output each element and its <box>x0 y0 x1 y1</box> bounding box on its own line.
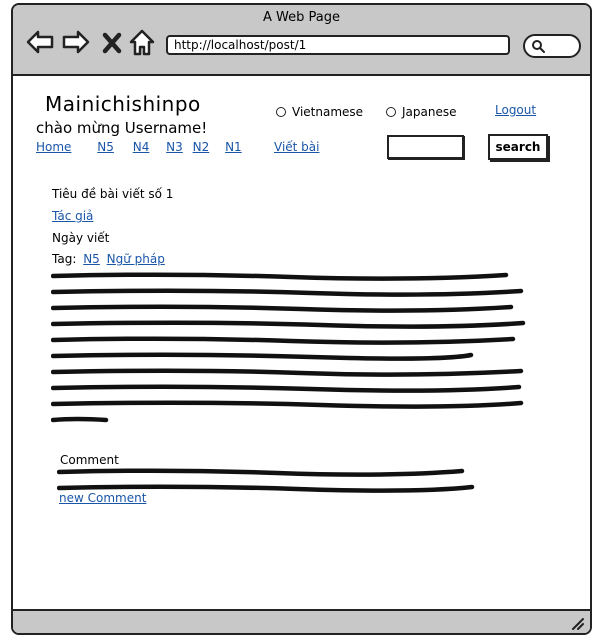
comment-body-placeholder <box>57 468 475 493</box>
new-comment-link[interactable]: new Comment <box>59 491 146 505</box>
nav-n5[interactable]: N5 <box>97 140 114 154</box>
comment-heading: Comment <box>60 453 119 467</box>
post-body-placeholder <box>51 272 526 423</box>
nav-home[interactable]: Home <box>36 140 71 154</box>
nav-n2[interactable]: N2 <box>193 140 210 154</box>
home-icon[interactable] <box>127 27 157 57</box>
site-brand[interactable]: Mainichishinpo <box>45 92 201 116</box>
tag-link[interactable]: Ngữ pháp <box>107 252 165 266</box>
browser-chrome: A Web Page http://localhost/post/1 <box>13 5 590 76</box>
author-link[interactable]: Tác giả <box>52 209 93 223</box>
level-nav: Home N5 N4 N3 N2 N1 <box>36 140 251 154</box>
browser-search-box[interactable] <box>523 34 581 58</box>
tags-label: Tag: <box>52 252 77 266</box>
address-bar[interactable]: http://localhost/post/1 <box>166 35 510 55</box>
post-title: Tiêu đề bài viết số 1 <box>52 187 174 201</box>
nav-n1[interactable]: N1 <box>225 140 242 154</box>
language-label: Vietnamese <box>292 105 364 119</box>
logout-link[interactable]: Logout <box>495 103 536 117</box>
stop-icon[interactable] <box>101 27 123 57</box>
window-title: A Web Page <box>263 10 340 25</box>
post-date: Ngày viết <box>52 231 110 245</box>
write-post-link[interactable]: Viết bài <box>274 140 320 154</box>
language-option-japanese[interactable]: Japanese <box>386 105 457 119</box>
browser-window: A Web Page http://localhost/post/1 Maini… <box>11 3 592 635</box>
language-option-vietnamese[interactable]: Vietnamese <box>276 105 363 119</box>
language-label: Japanese <box>402 105 457 119</box>
forward-arrow-icon[interactable] <box>61 27 91 57</box>
status-bar <box>13 609 590 633</box>
search-icon <box>532 40 545 53</box>
search-input[interactable] <box>387 135 464 159</box>
tag-link[interactable]: N5 <box>83 252 100 266</box>
search-button[interactable]: search <box>488 134 548 160</box>
nav-n4[interactable]: N4 <box>133 140 150 154</box>
nav-n3[interactable]: N3 <box>166 140 183 154</box>
post-tags: Tag: N5 Ngữ pháp <box>52 252 165 266</box>
radio-vietnamese[interactable] <box>276 107 286 117</box>
radio-japanese[interactable] <box>386 107 396 117</box>
welcome-text: chào mừng Username! <box>36 119 208 137</box>
resize-grip-icon[interactable] <box>570 616 584 630</box>
back-arrow-icon[interactable] <box>25 27 55 57</box>
